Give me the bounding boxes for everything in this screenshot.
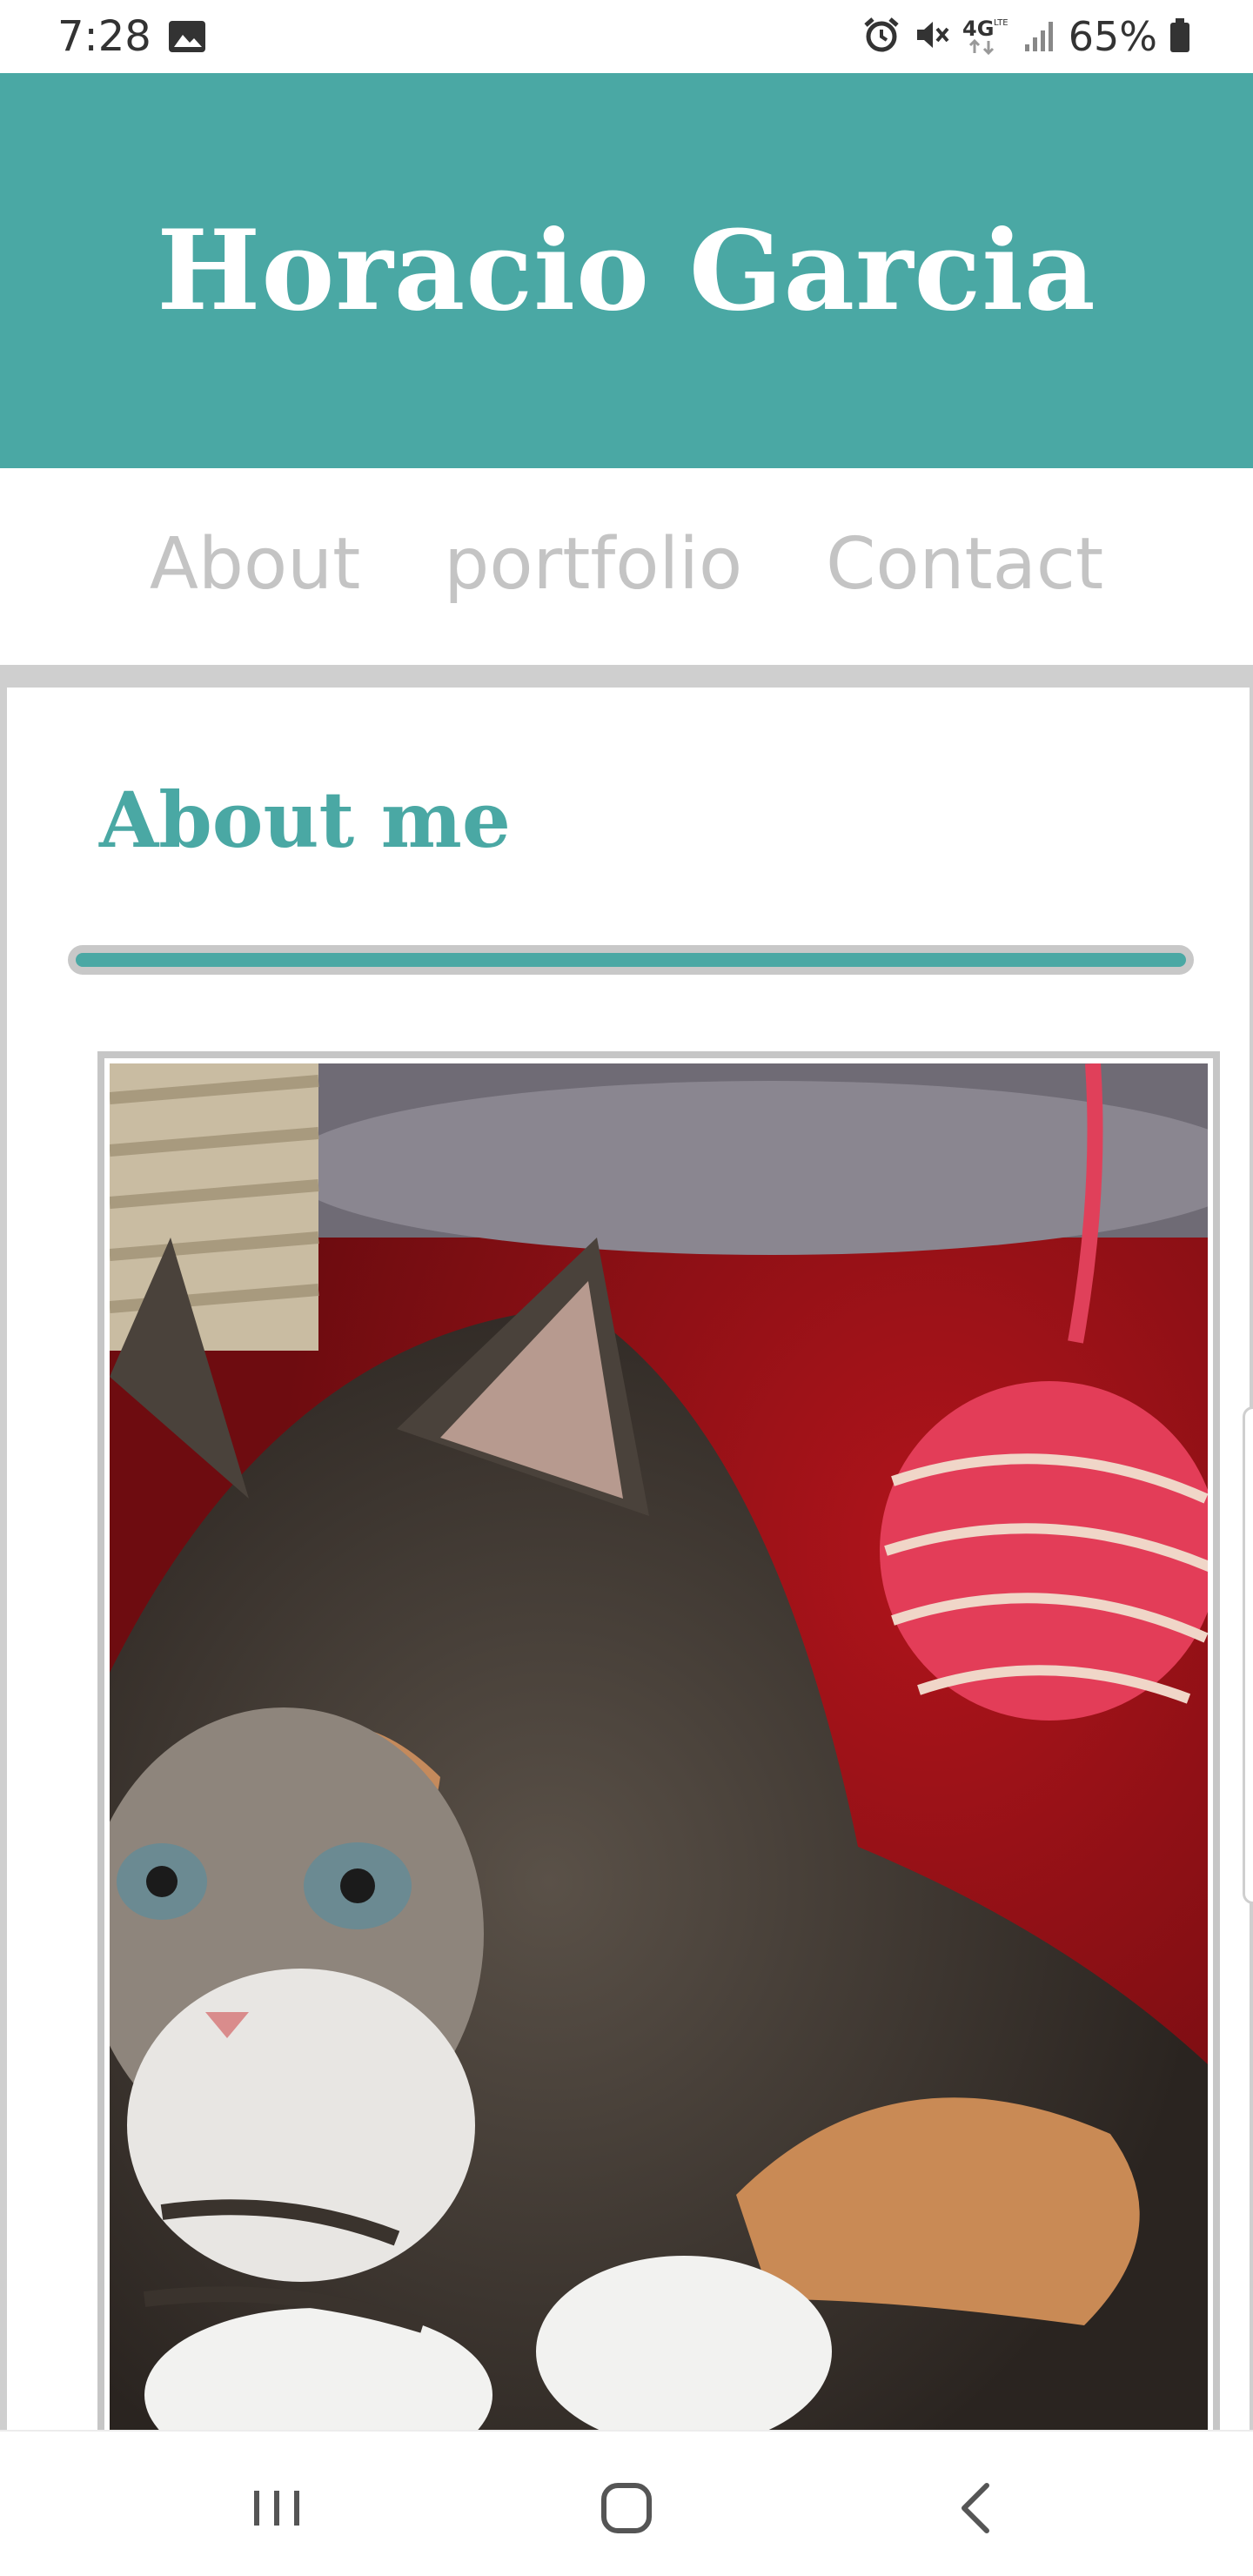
system-nav-bar xyxy=(0,2430,1253,2576)
status-icons: 4G LTE 65% xyxy=(861,12,1192,61)
content-frame: About me xyxy=(0,665,1253,2430)
alarm-icon xyxy=(861,15,901,59)
kitten-photo xyxy=(110,1063,1208,2430)
about-photo xyxy=(97,1051,1220,2430)
section-heading: About me xyxy=(99,775,511,865)
svg-text:LTE: LTE xyxy=(994,18,1008,28)
battery-percent: 65% xyxy=(1068,13,1157,60)
battery-icon xyxy=(1168,15,1192,59)
scrollbar[interactable] xyxy=(1243,1406,1253,1904)
back-icon[interactable] xyxy=(943,2473,1013,2543)
status-time: 7:28 xyxy=(57,12,151,61)
mute-icon xyxy=(912,15,952,59)
svg-text:4G: 4G xyxy=(962,17,994,41)
nav-link-portfolio[interactable]: portfolio xyxy=(444,523,742,611)
signal-icon xyxy=(1023,15,1058,59)
site-title: Horacio Garcia xyxy=(157,206,1096,335)
about-section: About me xyxy=(7,688,1250,2430)
home-icon[interactable] xyxy=(592,2473,661,2543)
main-nav: About portfolio Contact xyxy=(0,468,1253,665)
recents-icon[interactable] xyxy=(242,2473,312,2543)
nav-link-about[interactable]: About xyxy=(150,523,360,611)
status-bar: 7:28 4G LTE 65% xyxy=(0,0,1253,73)
section-divider xyxy=(68,945,1194,975)
nav-link-contact[interactable]: Contact xyxy=(826,523,1103,611)
4g-lte-icon: 4G LTE xyxy=(962,15,1013,59)
gallery-icon xyxy=(167,19,207,54)
site-header: Horacio Garcia xyxy=(0,73,1253,468)
